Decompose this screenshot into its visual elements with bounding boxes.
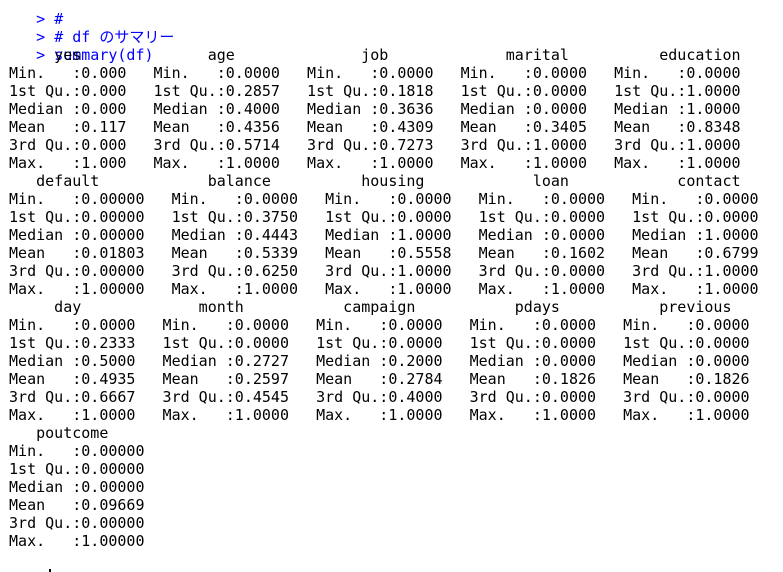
output-line: 1st Qu.:0.000 1st Qu.:0.2857 1st Qu.:0.1…: [0, 82, 759, 100]
output-line: Median :0.00000: [0, 478, 163, 496]
output-line: Min. :0.0000 Min. :0.0000 Min. :0.0000 M…: [0, 316, 768, 334]
output-line: Mean :0.09669: [0, 496, 163, 514]
output-line: Min. :0.000 Min. :0.0000 Min. :0.0000 Mi…: [0, 64, 759, 82]
output-line: 3rd Qu.:0.6667 3rd Qu.:0.4545 3rd Qu.:0.…: [0, 388, 768, 406]
output-line: Max. :1.00000: [0, 532, 163, 550]
output-line: Min. :0.00000: [0, 442, 163, 460]
output-line: yes age job marital education: [0, 46, 783, 64]
output-line: default balance housing loan contact: [0, 172, 783, 190]
output-line: Mean :0.117 Mean :0.4356 Mean :0.4309 Me…: [0, 118, 759, 136]
output-line: Max. :1.000 Max. :1.0000 Max. :1.0000 Ma…: [0, 154, 759, 172]
output-line: Mean :0.4935 Mean :0.2597 Mean :0.2784 M…: [0, 370, 768, 388]
output-line: 1st Qu.:0.2333 1st Qu.:0.0000 1st Qu.:0.…: [0, 334, 768, 352]
output-line: 1st Qu.:0.00000 1st Qu.:0.3750 1st Qu.:0…: [0, 208, 777, 226]
prompt-symbol: >: [36, 568, 45, 572]
output-line: Median :0.5000 Median :0.2727 Median :0.…: [0, 352, 768, 370]
r-console[interactable]: > # > # df のサマリー > summary(df) yes age j…: [0, 0, 783, 572]
output-line: 3rd Qu.:0.00000 3rd Qu.:0.6250 3rd Qu.:1…: [0, 262, 777, 280]
output-line: Max. :1.0000 Max. :1.0000 Max. :1.0000 M…: [0, 406, 768, 424]
command-line: > # df のサマリー: [0, 10, 783, 46]
output-line: Median :0.00000 Median :0.4443 Median :1…: [0, 226, 777, 244]
output-line: day month campaign pdays previous: [0, 298, 777, 316]
output-line: poutcome: [0, 424, 163, 442]
input-line[interactable]: >: [0, 550, 783, 572]
output-line: 3rd Qu.:0.000 3rd Qu.:0.5714 3rd Qu.:0.7…: [0, 136, 759, 154]
output-line: Mean :0.01803 Mean :0.5339 Mean :0.5558 …: [0, 244, 777, 262]
output-line: Max. :1.00000 Max. :1.0000 Max. :1.0000 …: [0, 280, 777, 298]
output-line: Median :0.000 Median :0.4000 Median :0.3…: [0, 100, 759, 118]
output-line: Min. :0.00000 Min. :0.0000 Min. :0.0000 …: [0, 190, 777, 208]
command-line: > #: [0, 0, 783, 28]
output-line: 1st Qu.:0.00000: [0, 460, 163, 478]
command-line: > summary(df): [0, 28, 783, 64]
output-line: 3rd Qu.:0.00000: [0, 514, 163, 532]
